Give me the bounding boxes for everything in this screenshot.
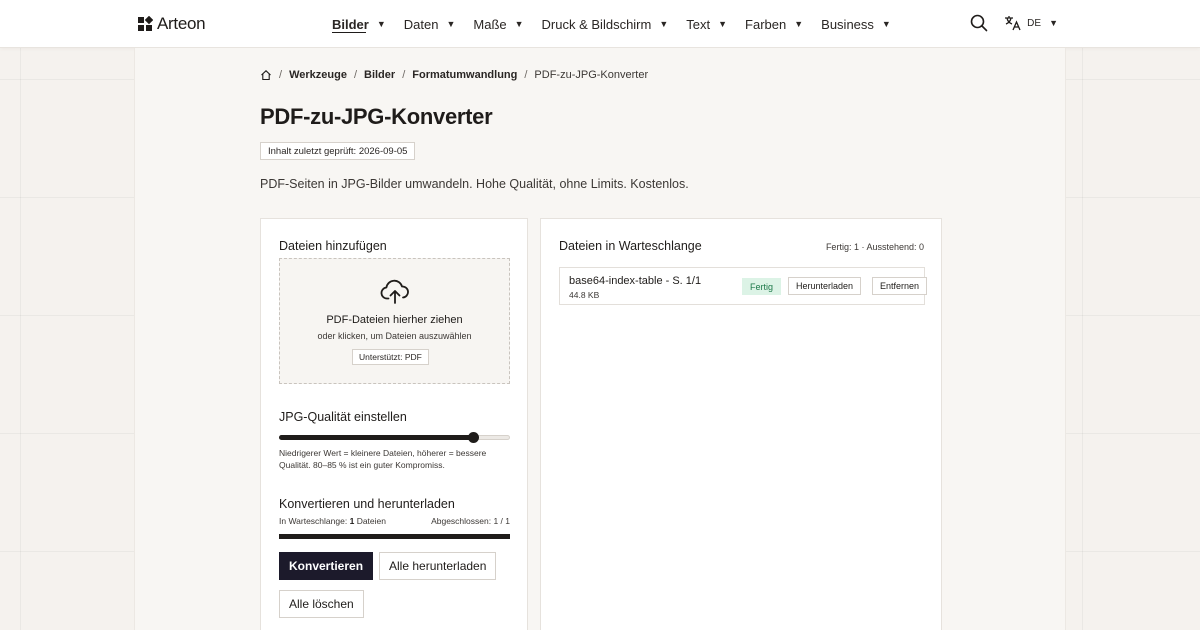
quality-title: JPG-Qualität einstellen <box>279 410 407 424</box>
breadcrumb-current: PDF-zu-JPG-Konverter <box>534 69 649 81</box>
clear-all-button[interactable]: Alle löschen <box>279 590 364 618</box>
nav-label: Maße <box>473 16 507 32</box>
page-title: PDF-zu-JPG-Konverter <box>260 104 493 129</box>
language-selector[interactable]: DE ▼ <box>1004 15 1058 31</box>
quality-slider[interactable] <box>279 431 510 445</box>
caret-down-icon: ▼ <box>446 19 456 29</box>
nav-label: Text <box>686 16 711 32</box>
completed-count: Abgeschlossen: 1 / 1 <box>431 516 510 526</box>
page-subtitle: PDF-Seiten in JPG-Bilder umwandeln. Hohe… <box>260 177 689 191</box>
main-nav: Bilder ▼ Daten ▼ Maße ▼ Druck & Bildschi… <box>332 0 909 48</box>
breadcrumb: / Werkzeuge / Bilder / Formatumwandlung … <box>260 69 648 81</box>
nav-label: Business <box>821 16 874 32</box>
nav-label: Farben <box>745 16 787 32</box>
upload-title: Dateien hinzufügen <box>279 239 387 253</box>
status-badge: Fertig <box>742 278 782 295</box>
nav-label: Bilder <box>332 16 369 32</box>
nav-item-text[interactable]: Text ▼ <box>686 0 727 48</box>
slider-fill <box>279 435 474 440</box>
supported-formats-badge: Unterstützt: PDF <box>352 349 429 365</box>
search-button[interactable] <box>968 12 990 34</box>
nav-item-daten[interactable]: Daten ▼ <box>404 0 456 48</box>
header-actions: DE ▼ <box>968 12 1058 34</box>
queue-file-row: base64-index-table - S. 1/1 44.8 KB Fert… <box>559 267 928 305</box>
queued-count: 1 <box>349 516 355 526</box>
progress-bar <box>279 534 510 539</box>
file-name: base64-index-table - S. 1/1 <box>569 275 702 287</box>
brand-name: Arteon <box>157 14 206 33</box>
nav-item-business[interactable]: Business ▼ <box>821 0 891 48</box>
breadcrumb-bilder[interactable]: Bilder <box>364 69 395 81</box>
reviewed-badge: Inhalt zuletzt geprüft: 2026-09-05 <box>260 142 416 160</box>
nav-item-bilder[interactable]: Bilder ▼ <box>332 0 386 48</box>
progress-meta: In Warteschlange: 1 Dateien Abgeschlosse… <box>279 516 510 526</box>
caret-down-icon: ▼ <box>659 19 669 29</box>
queued-prefix: In Warteschlange: <box>279 516 348 526</box>
file-dropzone[interactable]: PDF-Dateien hierher ziehen oder klicken,… <box>279 258 510 384</box>
progress-fill <box>279 534 510 539</box>
breadcrumb-separator: / <box>353 69 357 81</box>
caret-down-icon: ▼ <box>376 19 386 29</box>
dropzone-subtitle: oder klicken, um Dateien auszuwählen <box>317 331 472 341</box>
translate-icon <box>1005 16 1021 31</box>
search-icon <box>970 14 988 32</box>
download-file-button[interactable]: Herunterladen <box>788 277 862 295</box>
queue-title: Dateien in Warteschlange <box>559 239 702 253</box>
breadcrumb-separator: / <box>524 69 528 81</box>
breadcrumb-separator: / <box>279 69 283 81</box>
queue-status: Fertig: 1 · Ausstehend: 0 <box>825 242 924 252</box>
breadcrumb-werkzeuge[interactable]: Werkzeuge <box>289 69 347 81</box>
arteon-logo-icon <box>138 16 153 31</box>
queued-suffix: Dateien <box>356 516 386 526</box>
convert-title: Konvertieren und herunterladen <box>279 497 455 511</box>
queue-panel: Dateien in Warteschlange Fertig: 1 · Aus… <box>540 218 942 630</box>
home-icon[interactable] <box>260 69 272 81</box>
caret-down-icon: ▼ <box>881 19 891 29</box>
breadcrumb-separator: / <box>402 69 406 81</box>
convert-button[interactable]: Konvertieren <box>279 552 374 580</box>
queued-count-text: In Warteschlange: 1 Dateien <box>279 516 386 526</box>
caret-down-icon: ▼ <box>514 19 524 29</box>
caret-down-icon: ▼ <box>718 19 728 29</box>
upload-panel: Dateien hinzufügen PDF-Dateien hierher z… <box>260 218 528 630</box>
site-header: Arteon Bilder ▼ Daten ▼ Maße ▼ Druck & B… <box>0 0 1200 48</box>
breadcrumb-formatumwandlung[interactable]: Formatumwandlung <box>412 69 517 81</box>
nav-label: Druck & Bildschirm <box>541 16 652 32</box>
cloud-upload-icon <box>380 279 409 304</box>
quality-hint: Niedrigerer Wert = kleinere Dateien, höh… <box>279 448 487 470</box>
caret-down-icon: ▼ <box>794 19 804 29</box>
nav-label: Daten <box>403 16 439 32</box>
nav-item-masse[interactable]: Maße ▼ <box>473 0 523 48</box>
file-size: 44.8 KB <box>569 290 600 300</box>
caret-down-icon: ▼ <box>1049 18 1058 28</box>
download-all-button[interactable]: Alle herunterladen <box>379 552 497 580</box>
remove-file-button[interactable]: Entfernen <box>872 277 928 295</box>
main-content: / Werkzeuge / Bilder / Formatumwandlung … <box>134 48 1066 630</box>
language-code: DE <box>1027 17 1042 29</box>
slider-thumb[interactable] <box>468 432 480 443</box>
brand-logo[interactable]: Arteon <box>137 14 206 34</box>
nav-item-farben[interactable]: Farben ▼ <box>745 0 803 48</box>
dropzone-title: PDF-Dateien hierher ziehen <box>326 314 463 326</box>
nav-item-druck-bildschirm[interactable]: Druck & Bildschirm ▼ <box>542 0 669 48</box>
